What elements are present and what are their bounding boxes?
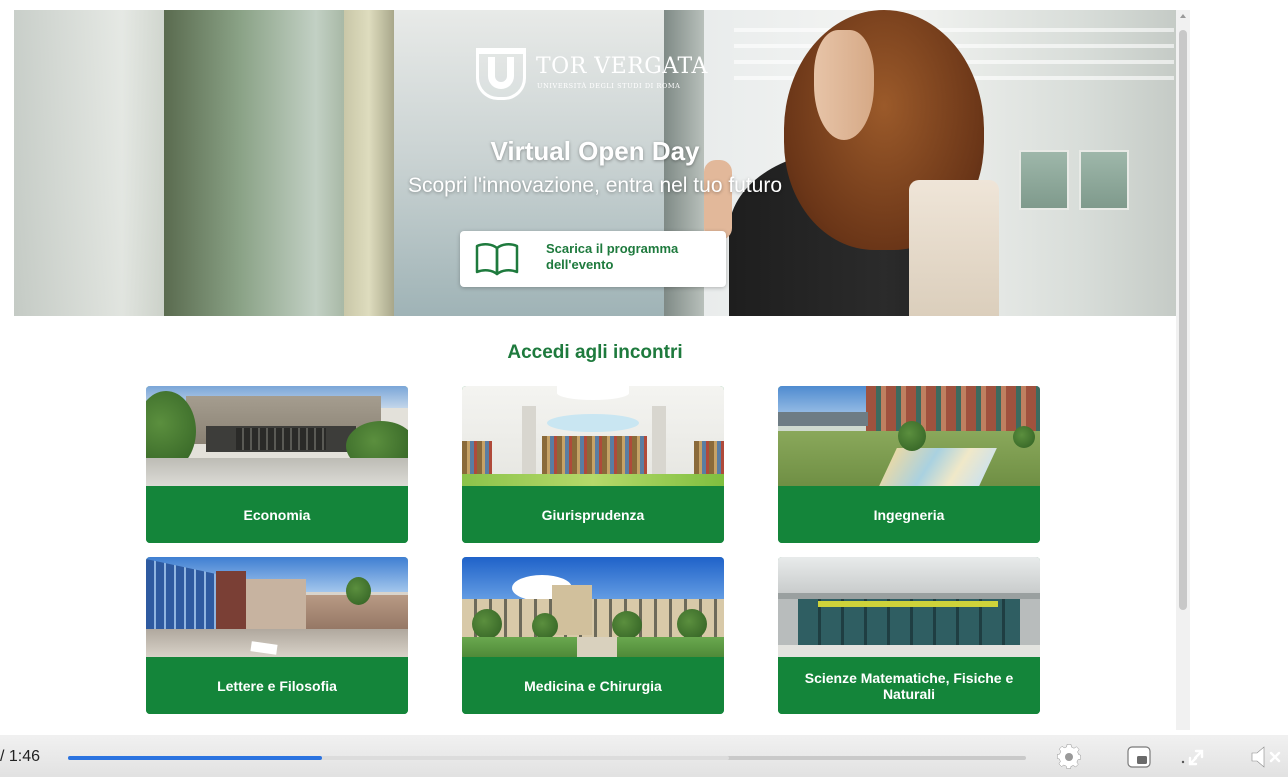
faculty-label: Lettere e Filosofia: [146, 657, 408, 714]
faculty-label: Medicina e Chirurgia: [462, 657, 724, 714]
hero-person-bag: [909, 180, 999, 316]
logo-u-mark: [488, 57, 514, 89]
fullscreen-button[interactable]: [1180, 742, 1214, 772]
faculty-card-scienze-mmffnn[interactable]: Scienze Matematiche, Fisiche e Naturali: [778, 557, 1040, 714]
logo-name: TOR VERGATA: [536, 54, 708, 79]
mute-button[interactable]: [1246, 742, 1286, 772]
faculty-image: [146, 557, 408, 657]
hero-background-slat: [734, 28, 1174, 32]
faculty-card-giurisprudenza[interactable]: Giurisprudenza: [462, 386, 724, 543]
video-progress-fill: [68, 756, 322, 760]
video-progress-bar[interactable]: [68, 756, 1026, 760]
download-program-label: Scarica il programma dell'evento: [546, 241, 679, 272]
faculty-image: [462, 557, 724, 657]
video-time: / 1:46: [0, 748, 41, 765]
faculty-label: Giurisprudenza: [462, 486, 724, 543]
scrollbar-thumb[interactable]: [1179, 30, 1187, 610]
scroll-up-arrow-icon[interactable]: [1180, 14, 1186, 18]
university-logo: TOR VERGATA UNIVERSITÀ DEGLI STUDI DI RO…: [476, 48, 716, 102]
faculty-label: Scienze Matematiche, Fisiche e Naturali: [778, 657, 1040, 714]
logo-subtitle: UNIVERSITÀ DEGLI STUDI DI ROMA: [537, 82, 681, 90]
hero-title: Virtual Open Day: [490, 136, 700, 166]
faculty-card-lettere-e-filosofia[interactable]: Lettere e Filosofia: [146, 557, 408, 714]
faculty-image: [462, 386, 724, 486]
hero-person-hand: [704, 160, 732, 240]
faculty-label: Ingegneria: [778, 486, 1040, 543]
faculty-card-medicina-e-chirurgia[interactable]: Medicina e Chirurgia: [462, 557, 724, 714]
hero-person-face: [814, 30, 874, 140]
section-title: Accedi agli incontri: [507, 342, 683, 363]
screen: TOR VERGATA UNIVERSITÀ DEGLI STUDI DI RO…: [0, 0, 1288, 777]
fullscreen-icon: [1181, 749, 1204, 766]
faculty-card-economia[interactable]: Economia: [146, 386, 408, 543]
faculty-card-ingegneria[interactable]: Ingegneria: [778, 386, 1040, 543]
logo-shield-icon: [476, 48, 526, 100]
book-icon: [475, 243, 519, 276]
faculty-image: [778, 386, 1040, 486]
settings-button[interactable]: [1052, 742, 1086, 772]
web-page: TOR VERGATA UNIVERSITÀ DEGLI STUDI DI RO…: [14, 10, 1176, 730]
hero-subtitle: Scopri l'innovazione, entra nel tuo futu…: [407, 174, 783, 197]
volume-muted-icon: [1251, 746, 1281, 768]
settings-gear-icon: [1057, 744, 1081, 769]
picture-in-picture-icon: [1127, 746, 1151, 768]
faculty-label: Economia: [146, 486, 408, 543]
picture-in-picture-button[interactable]: [1122, 742, 1156, 772]
faculty-image: [146, 386, 408, 486]
hero-banner: TOR VERGATA UNIVERSITÀ DEGLI STUDI DI RO…: [14, 10, 1176, 316]
page-scrollbar[interactable]: [1176, 10, 1190, 730]
download-program-button[interactable]: Scarica il programma dell'evento: [460, 231, 726, 287]
faculty-image: [778, 557, 1040, 657]
